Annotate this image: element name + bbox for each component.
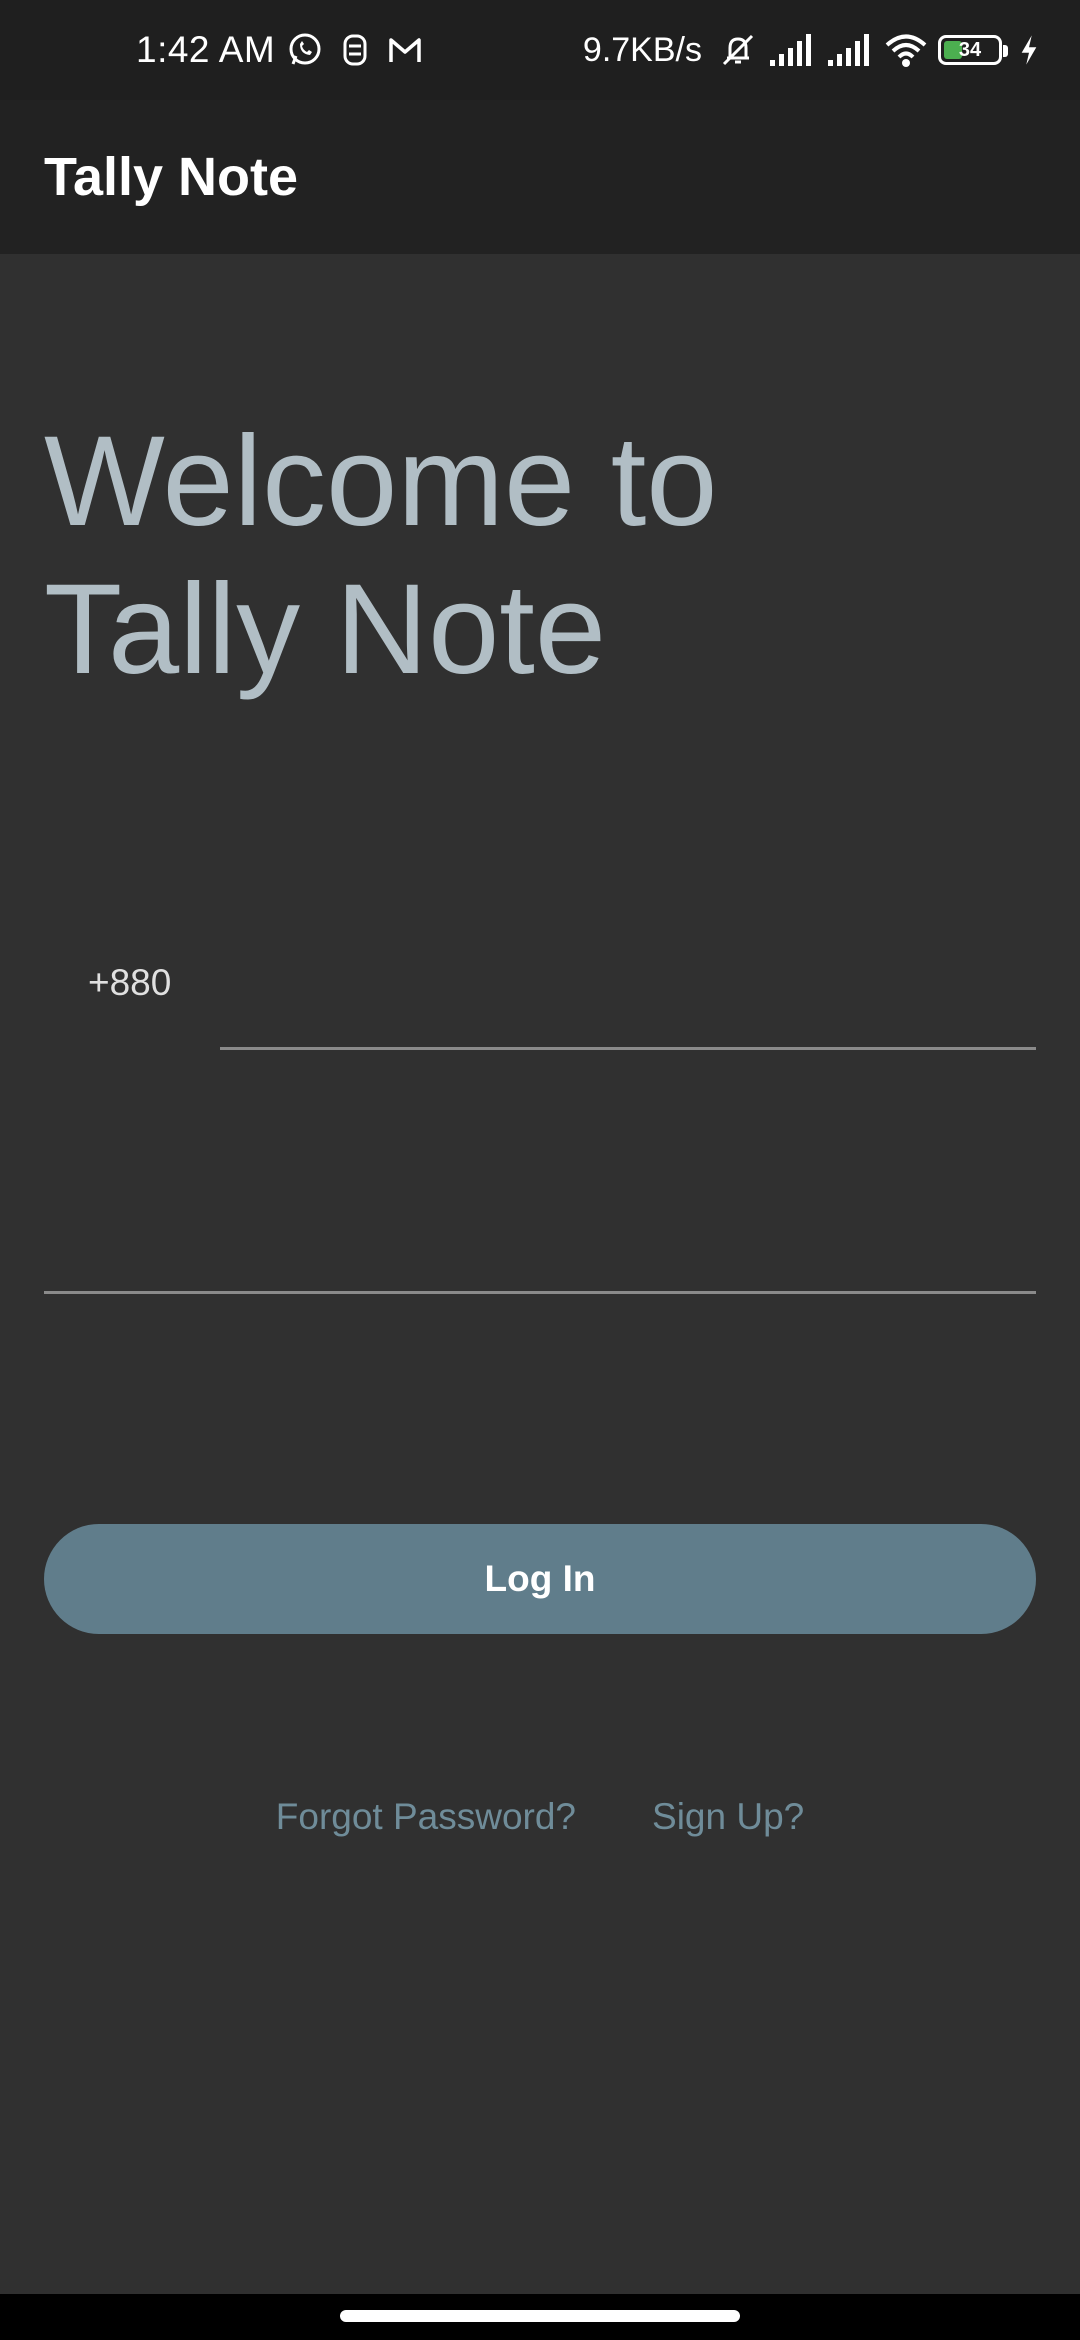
home-gesture-handle[interactable] — [340, 2310, 740, 2322]
phone-number-input[interactable] — [220, 940, 1036, 1050]
signal-bars-icon — [770, 34, 811, 66]
login-button[interactable]: Log In — [44, 1524, 1036, 1634]
battery-level: 34 — [958, 38, 982, 61]
gmail-icon — [389, 38, 422, 62]
wifi-icon — [885, 34, 927, 67]
status-bar-left: 1:42 AM — [136, 0, 425, 100]
welcome-heading: Welcome to Tally Note — [44, 408, 944, 704]
network-speed: 9.7KB/s — [582, 30, 702, 69]
country-code-label[interactable]: +880 — [88, 962, 171, 1004]
welcome-line-1: Welcome to — [44, 410, 718, 553]
status-bar: 1:42 AM 9.7KB/s 34 — [0, 0, 1080, 100]
signal-bars-icon — [828, 34, 869, 66]
status-bar-right: 9.7KB/s 34 — [583, 0, 1040, 100]
status-time: 1:42 AM — [136, 29, 276, 70]
charging-bolt-icon — [1021, 35, 1037, 65]
mute-bell-icon — [722, 34, 754, 66]
notification-app-icon — [343, 34, 367, 66]
forgot-password-link[interactable]: Forgot Password? — [276, 1796, 576, 1838]
battery-icon: 34 — [938, 35, 1008, 65]
auth-links: Forgot Password? Sign Up? — [0, 1796, 1080, 1838]
welcome-line-2: Tally Note — [44, 558, 606, 701]
whatsapp-icon — [289, 33, 321, 65]
app-bar: Tally Note — [0, 100, 1080, 254]
sign-up-link[interactable]: Sign Up? — [652, 1796, 804, 1838]
app-title: Tally Note — [44, 147, 299, 207]
password-input[interactable] — [44, 1180, 1036, 1294]
navigation-bar — [0, 2294, 1080, 2340]
